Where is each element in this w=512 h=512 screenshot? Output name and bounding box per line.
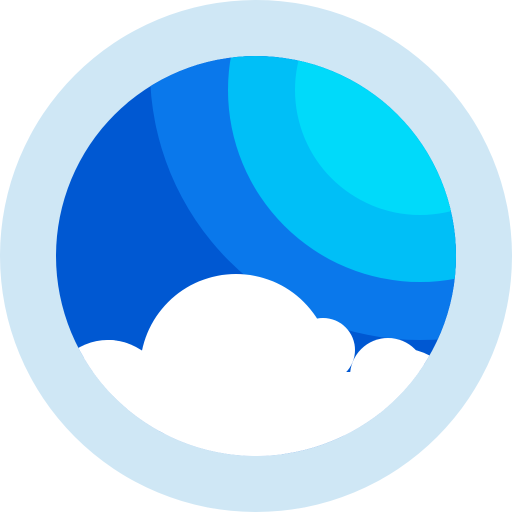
weather-icon-canvas xyxy=(0,0,512,512)
weather-sky-cloud-icon xyxy=(0,0,512,512)
